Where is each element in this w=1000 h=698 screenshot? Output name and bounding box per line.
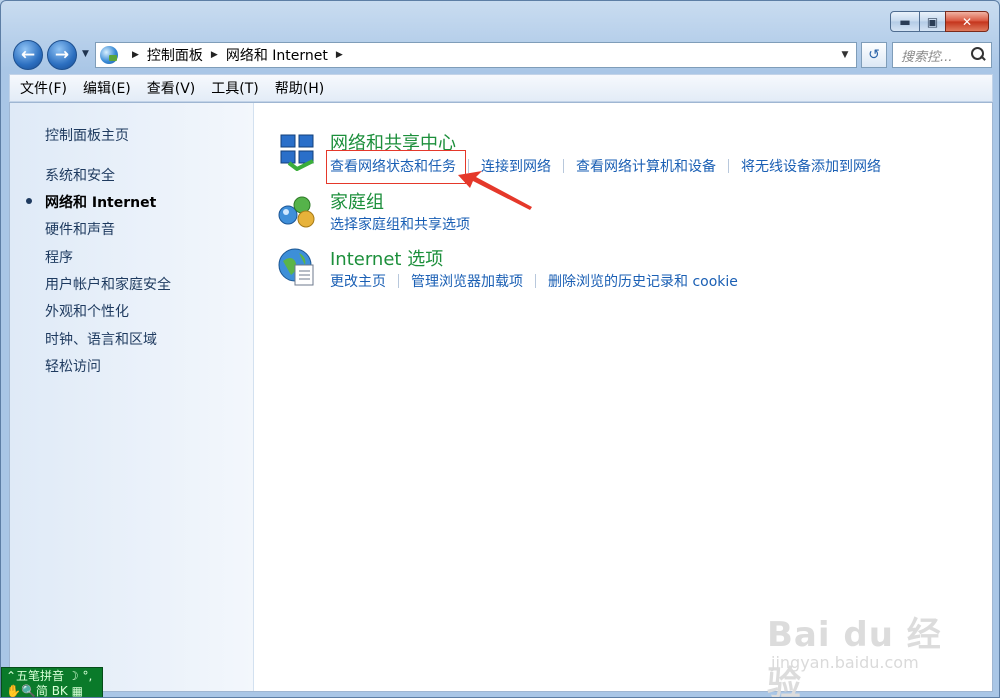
forward-arrow-icon: → (54, 45, 70, 65)
search-input[interactable]: 搜索控... (892, 42, 992, 68)
window-controls: ▬ ▣ ✕ (890, 11, 989, 32)
recent-pages-dropdown[interactable]: ▼ (82, 49, 89, 59)
sidebar-item-network-internet[interactable]: 网络和 Internet (45, 192, 156, 212)
refresh-button[interactable]: ↺ (861, 42, 887, 68)
breadcrumb-chevron-icon[interactable]: ▶ (132, 50, 139, 60)
sidebar-item-system-security[interactable]: 系统和安全 (45, 165, 115, 185)
control-panel-globe-icon (100, 46, 118, 64)
address-dropdown-button[interactable]: ▼ (834, 50, 856, 60)
title-bar: ▬ ▣ ✕ (1, 1, 999, 39)
maximize-button[interactable]: ▣ (919, 11, 946, 32)
menu-edit[interactable]: 编辑(E) (83, 78, 131, 98)
homegroup-icon[interactable] (277, 191, 317, 231)
watermark-url: jingyan.baidu.com (771, 653, 919, 672)
category-title-internet-options[interactable]: Internet 选项 (330, 245, 443, 271)
search-placeholder: 搜索控... (901, 49, 953, 65)
sidebar: 控制面板主页 系统和安全 网络和 Internet 硬件和声音 程序 用户帐户和… (10, 103, 254, 691)
forward-button[interactable]: → (47, 40, 77, 70)
menu-bar: 文件(F) 编辑(E) 查看(V) 工具(T) 帮助(H) (9, 74, 993, 102)
refresh-icon: ↺ (868, 47, 880, 63)
sidebar-item-hardware-sound[interactable]: 硬件和声音 (45, 219, 115, 239)
back-button[interactable]: ← (13, 40, 43, 70)
minimize-icon: ▬ (899, 14, 911, 29)
network-sharing-icon[interactable] (277, 131, 317, 171)
breadcrumb-chevron-icon[interactable]: ▶ (211, 50, 218, 60)
link-separator (563, 159, 564, 173)
menu-file[interactable]: 文件(F) (20, 78, 67, 98)
sidebar-item-programs[interactable]: 程序 (45, 247, 73, 267)
sidebar-item-control-panel-home[interactable]: 控制面板主页 (45, 125, 129, 145)
link-view-network-computers[interactable]: 查看网络计算机和设备 (576, 156, 716, 176)
explorer-window: ▬ ▣ ✕ ← → ▼ ▶ 控制面板 ▶ 网络和 Internet ▶ ▼ ↺ … (0, 0, 1000, 698)
link-separator (535, 274, 536, 288)
breadcrumb-control-panel[interactable]: 控制面板 (147, 45, 203, 65)
baidu-watermark: Bai du 经验 jingyan.baidu.com (767, 601, 967, 697)
close-button[interactable]: ✕ (945, 11, 989, 32)
link-separator (398, 274, 399, 288)
link-add-wireless-device[interactable]: 将无线设备添加到网络 (741, 156, 881, 176)
sidebar-item-clock-language[interactable]: 时钟、语言和区域 (45, 329, 157, 349)
link-change-homepage[interactable]: 更改主页 (330, 271, 386, 291)
sidebar-item-appearance[interactable]: 外观和个性化 (45, 301, 129, 321)
link-manage-addons[interactable]: 管理浏览器加载项 (411, 271, 523, 291)
maximize-icon: ▣ (926, 14, 939, 29)
ime-toolbar[interactable]: ⌃五笔拼音 ☽ °, ✋🔍简 BK ▦ (1, 667, 103, 697)
back-arrow-icon: ← (20, 45, 36, 65)
chevron-down-icon: ▼ (82, 49, 89, 59)
close-icon: ✕ (961, 14, 973, 29)
annotation-arrow-icon (458, 171, 532, 210)
category-title-homegroup[interactable]: 家庭组 (330, 188, 384, 214)
breadcrumb-network-internet[interactable]: 网络和 Internet (226, 45, 328, 65)
sidebar-item-ease-of-access[interactable]: 轻松访问 (45, 356, 101, 376)
ime-status-line[interactable]: ⌃五笔拼音 ☽ °, (6, 669, 98, 684)
menu-view[interactable]: 查看(V) (147, 78, 196, 98)
address-bar[interactable]: ▶ 控制面板 ▶ 网络和 Internet ▶ ▼ (95, 42, 857, 68)
breadcrumb-chevron-icon[interactable]: ▶ (336, 50, 343, 60)
link-separator (728, 159, 729, 173)
link-delete-browsing-history[interactable]: 删除浏览的历史记录和 cookie (548, 271, 738, 291)
active-bullet-icon (26, 198, 32, 204)
chevron-down-icon: ▼ (841, 50, 849, 60)
search-icon[interactable] (971, 47, 985, 61)
sidebar-item-user-accounts[interactable]: 用户帐户和家庭安全 (45, 274, 171, 294)
navigation-bar: ← → ▼ ▶ 控制面板 ▶ 网络和 Internet ▶ ▼ ↺ 搜索控... (9, 39, 993, 71)
link-homegroup-sharing-options[interactable]: 选择家庭组和共享选项 (330, 214, 470, 234)
ime-tools-line[interactable]: ✋🔍简 BK ▦ (6, 684, 98, 697)
internet-options-links: 更改主页 管理浏览器加载项 删除浏览的历史记录和 cookie (330, 271, 738, 291)
menu-tools[interactable]: 工具(T) (211, 78, 258, 98)
minimize-button[interactable]: ▬ (890, 11, 920, 32)
annotation-highlight-box (326, 150, 466, 184)
homegroup-links: 选择家庭组和共享选项 (330, 214, 470, 234)
internet-options-icon[interactable] (277, 247, 317, 287)
menu-help[interactable]: 帮助(H) (275, 78, 324, 98)
